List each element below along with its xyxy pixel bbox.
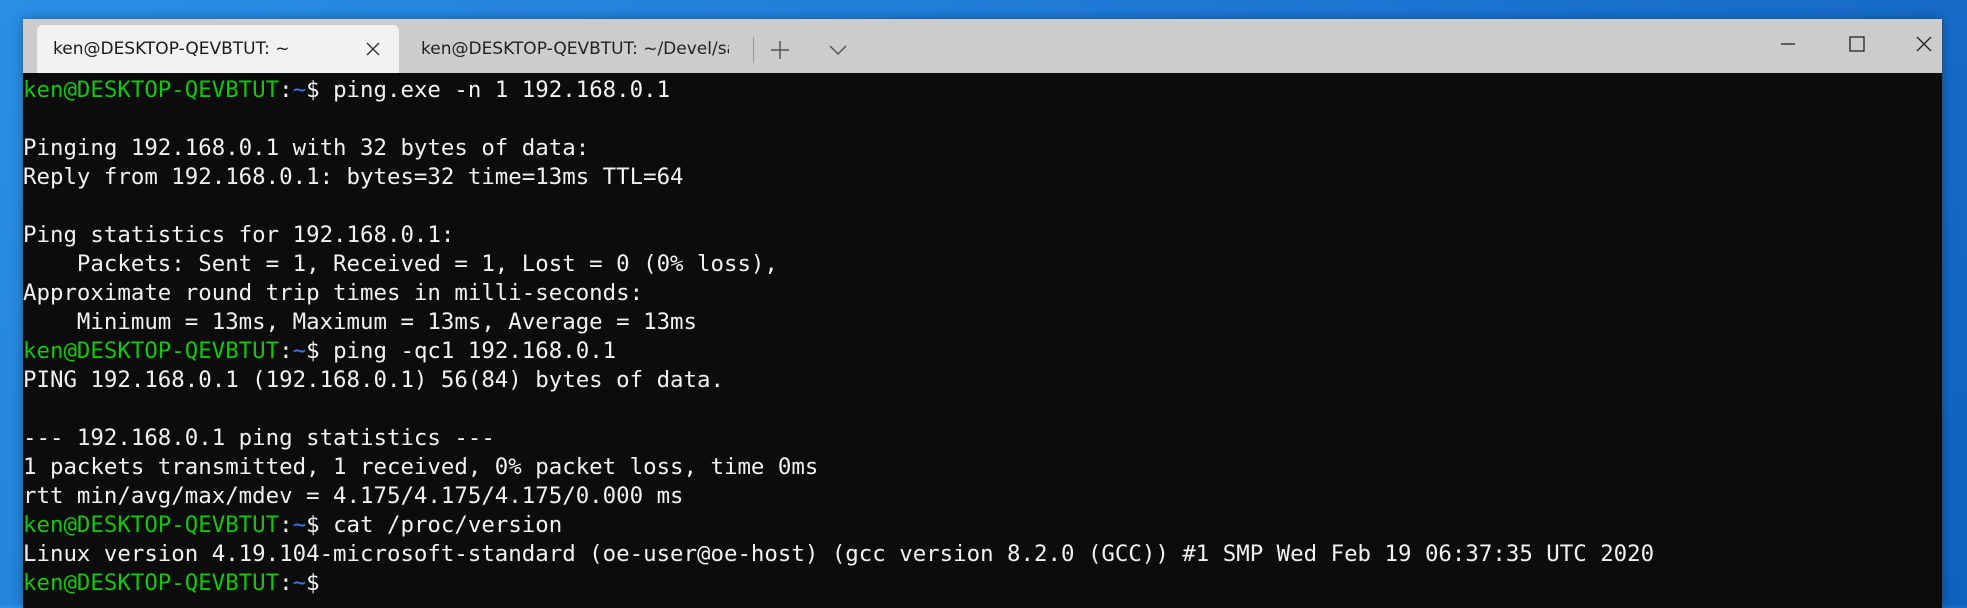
output-line: rtt min/avg/max/mdev = 4.175/4.175/4.175… [23, 483, 684, 509]
maximize-icon[interactable] [1836, 29, 1876, 59]
prompt-line: ken@DESKTOP-QEVBTUT:~$ ping -qc1 192.168… [23, 337, 1942, 366]
prompt-separator: : [279, 77, 293, 103]
command-text: cat /proc/version [319, 512, 563, 538]
output-line: 1 packets transmitted, 1 received, 0% pa… [23, 454, 819, 480]
tab-label: ken@DESKTOP-QEVBTUT: ~ [53, 39, 290, 59]
prompt-line: ken@DESKTOP-QEVBTUT:~$ ping.exe -n 1 192… [23, 76, 1942, 105]
prompt-path: ~ [292, 77, 307, 103]
prompt-user-host: ken@DESKTOP-QEVBTUT [23, 77, 280, 103]
prompt-separator: : [279, 338, 293, 364]
output-line: Reply from 192.168.0.1: bytes=32 time=13… [23, 164, 684, 190]
tab-divider [753, 37, 754, 63]
output-line: Pinging 192.168.0.1 with 32 bytes of dat… [23, 135, 590, 161]
close-window-icon[interactable] [1904, 29, 1944, 59]
minimize-icon[interactable] [1768, 29, 1808, 59]
output-line: Ping statistics for 192.168.0.1: [23, 222, 455, 248]
prompt-path: ~ [292, 512, 307, 538]
prompt-path: ~ [292, 570, 307, 596]
close-tab-icon[interactable] [363, 39, 383, 59]
tab-label: ken@DESKTOP-QEVBTUT: ~/Devel/sa [421, 39, 729, 59]
prompt-line: ken@DESKTOP-QEVBTUT:~$ cat /proc/version [23, 511, 1942, 540]
prompt-line: ken@DESKTOP-QEVBTUT:~$ [23, 569, 1942, 598]
output-line: Packets: Sent = 1, Received = 1, Lost = … [23, 251, 778, 277]
title-bar[interactable]: ken@DESKTOP-QEVBTUT: ~ ken@DESKTOP-QEVBT… [23, 19, 1942, 73]
command-text: ping.exe -n 1 192.168.0.1 [319, 77, 671, 103]
prompt-user-host: ken@DESKTOP-QEVBTUT [23, 512, 280, 538]
output-line: PING 192.168.0.1 (192.168.0.1) 56(84) by… [23, 367, 724, 393]
terminal-window: ken@DESKTOP-QEVBTUT: ~ ken@DESKTOP-QEVBT… [23, 19, 1942, 608]
new-tab-plus-icon[interactable] [765, 35, 795, 65]
chevron-down-icon[interactable] [823, 35, 853, 65]
prompt-symbol: $ [306, 338, 320, 364]
terminal-output[interactable]: ken@DESKTOP-QEVBTUT:~$ ping.exe -n 1 192… [23, 73, 1942, 608]
prompt-separator: : [279, 512, 293, 538]
prompt-separator: : [279, 570, 293, 596]
tab-devel[interactable]: ken@DESKTOP-QEVBTUT: ~/Devel/sa [413, 25, 743, 73]
output-line: Approximate round trip times in milli-se… [23, 280, 644, 306]
prompt-user-host: ken@DESKTOP-QEVBTUT [23, 338, 280, 364]
prompt-symbol: $ [306, 570, 320, 596]
tab-home[interactable]: ken@DESKTOP-QEVBTUT: ~ [37, 25, 399, 73]
command-text: ping -qc1 192.168.0.1 [319, 338, 617, 364]
output-line: --- 192.168.0.1 ping statistics --- [23, 425, 495, 451]
prompt-path: ~ [292, 338, 307, 364]
prompt-user-host: ken@DESKTOP-QEVBTUT [23, 570, 280, 596]
prompt-symbol: $ [306, 512, 320, 538]
output-line: Minimum = 13ms, Maximum = 13ms, Average … [23, 309, 698, 335]
prompt-symbol: $ [306, 77, 320, 103]
output-line: Linux version 4.19.104-microsoft-standar… [23, 541, 1655, 567]
